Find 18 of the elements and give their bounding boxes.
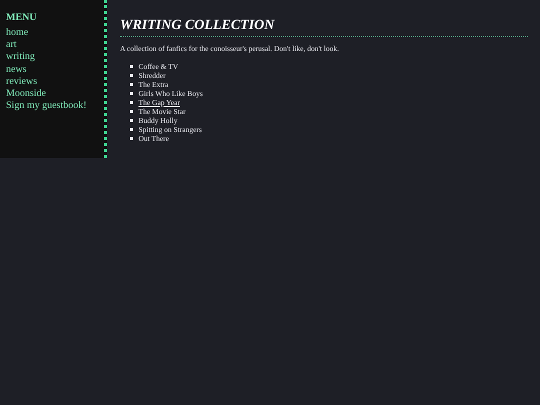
menu-link[interactable]: home	[6, 27, 104, 40]
menu-link[interactable]: Moonside	[6, 88, 104, 100]
bullet-icon	[130, 119, 132, 122]
bullet-icon	[130, 128, 132, 131]
menu-link[interactable]: news	[6, 64, 104, 76]
menu-heading: MENU	[6, 11, 38, 25]
bullet-icon	[130, 101, 132, 104]
menu-link[interactable]: art	[6, 39, 104, 52]
page-heading: WRITING COLLECTION	[120, 18, 528, 37]
bullet-icon	[130, 74, 132, 77]
bullet-icon	[130, 137, 132, 140]
bullet-icon	[130, 65, 132, 68]
menu-link[interactable]: Sign my guestbook!	[6, 100, 104, 112]
menu-link[interactable]: reviews	[6, 76, 104, 88]
bullet-icon	[130, 110, 132, 113]
bullet-icon	[130, 92, 132, 95]
bullet-icon	[130, 83, 132, 86]
menu-link[interactable]: writing	[6, 51, 104, 64]
